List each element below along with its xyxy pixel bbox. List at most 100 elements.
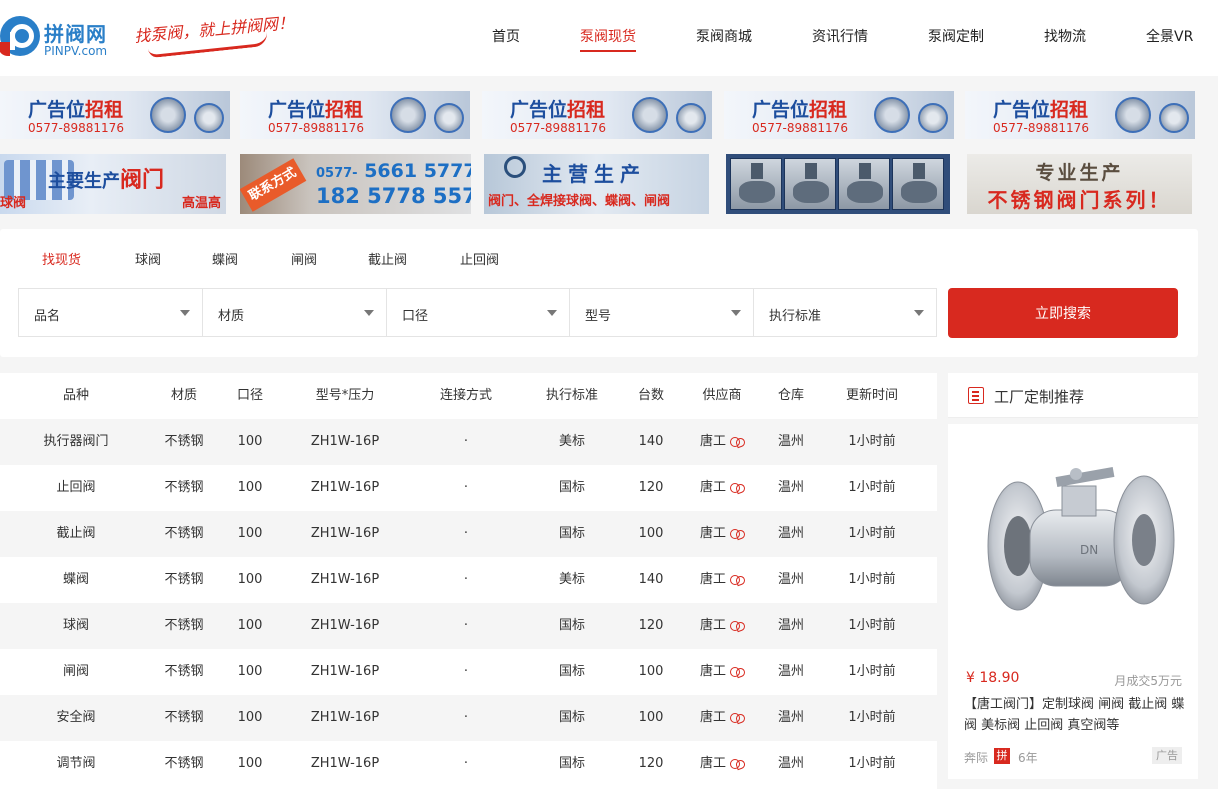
tab-globe-valve[interactable]: 截止阀 [368, 249, 407, 268]
nav-news[interactable]: 资讯行情 [812, 26, 868, 56]
cell-variety-text: 执行器阀门 [43, 434, 109, 449]
cell-supplier[interactable]: 唐工 [690, 465, 754, 511]
cell-standard-text: 美标 [558, 434, 585, 449]
tab-find-stock[interactable]: 找现货 [42, 249, 81, 268]
phone-number-2: 182 5778 5577 [316, 184, 471, 208]
supplier-verified-icon [730, 436, 744, 447]
cell-updated: 1小时前 [832, 741, 912, 787]
nav-vr[interactable]: 全景VR [1146, 26, 1193, 56]
ad-banner-main-products[interactable]: 主营生产 阀门、全焊接球阀、蝶阀、闸阀 [484, 154, 709, 214]
cell-updated: 1小时前 [832, 511, 912, 557]
cell-model-text: ZH1W-16P [310, 480, 380, 495]
cell-updated: 1小时前 [832, 649, 912, 695]
tab-check-valve[interactable]: 止回阀 [460, 249, 499, 268]
col-standard: 执行标准 [545, 388, 598, 403]
tab-gate-valve[interactable]: 闸阀 [291, 249, 317, 268]
ad-banner-main-production[interactable]: 主要生产阀门 球阀 高温高 [0, 154, 226, 214]
cell-standard-text: 国标 [558, 710, 585, 725]
cell-caliber: 100 [220, 511, 280, 557]
valve-photo [730, 158, 782, 210]
ad-banner-rent-1[interactable]: 广告位招租 0577-89881176 [0, 91, 230, 139]
cell-connection-text: · [463, 434, 469, 449]
col-quantity: 台数 [637, 388, 664, 403]
cell-standard-text: 国标 [558, 664, 585, 679]
cell-model: ZH1W-16P [290, 557, 400, 603]
cell-material: 不锈钢 [144, 511, 224, 557]
table-row[interactable]: 蝶阀 不锈钢 100 ZH1W-16P · 美标 140 唐工 温州 1小时前 [0, 557, 937, 603]
ad-banner-rent-3[interactable]: 广告位招租 0577-89881176 [482, 91, 712, 139]
product-description[interactable]: 【唐工阀门】定制球阀 闸阀 截止阀 蝶阀 美标阀 止回阀 真空阀等 [964, 694, 1186, 736]
cell-model-text: ZH1W-16P [310, 756, 380, 771]
ad-phone: 0577-89881176 [510, 121, 606, 135]
cell-model-text: ZH1W-16P [310, 572, 380, 587]
cell-material-text: 不锈钢 [164, 664, 204, 679]
cell-standard-text: 国标 [558, 526, 585, 541]
filter-standard[interactable]: 执行标准 [754, 289, 936, 336]
table-row[interactable]: 调节阀 不锈钢 100 ZH1W-16P · 国标 120 唐工 温州 1小时前 [0, 741, 937, 787]
table-row[interactable]: 闸阀 不锈钢 100 ZH1W-16P · 国标 100 唐工 温州 1小时前 [0, 649, 937, 695]
cell-warehouse-text: 温州 [777, 480, 804, 495]
ad-banner-rent-2[interactable]: 广告位招租 0577-89881176 [240, 91, 470, 139]
pin-badge: 拼 [994, 748, 1010, 764]
cell-supplier[interactable]: 唐工 [690, 649, 754, 695]
product-card[interactable]: DN ¥ 18.90 月成交5万元 【唐工阀门】定制球阀 闸阀 截止阀 蝶阀 美… [948, 424, 1198, 779]
ad-phone: 0577-89881176 [993, 121, 1089, 135]
cell-updated-text: 1小时前 [848, 480, 896, 495]
nav-logistics[interactable]: 找物流 [1044, 26, 1086, 56]
sidebar-title: 工厂定制推荐 [994, 388, 1085, 406]
cell-updated: 1小时前 [832, 695, 912, 741]
ad-banner-rent-5[interactable]: 广告位招租 0577-89881176 [965, 91, 1195, 139]
svg-text:DN: DN [1080, 543, 1098, 557]
col-model-pressure: 型号*压力 [315, 388, 375, 403]
cell-updated-text: 1小时前 [848, 618, 896, 633]
cell-model: ZH1W-16P [290, 465, 400, 511]
nav-pump-valve-stock[interactable]: 泵阀现货 [580, 26, 636, 56]
site-logo[interactable]: 拼阀网 PINPV.com [0, 14, 120, 60]
nav-custom[interactable]: 泵阀定制 [928, 26, 984, 56]
cell-supplier[interactable]: 唐工 [690, 511, 754, 557]
cell-material-text: 不锈钢 [164, 480, 204, 495]
table-row[interactable]: 止回阀 不锈钢 100 ZH1W-16P · 国标 120 唐工 温州 1小时前 [0, 465, 937, 511]
cell-updated: 1小时前 [832, 465, 912, 511]
cell-supplier[interactable]: 唐工 [690, 695, 754, 741]
cell-warehouse-text: 温州 [777, 526, 804, 541]
cell-supplier-text: 唐工 [699, 572, 726, 587]
table-row[interactable]: 执行器阀门 不锈钢 100 ZH1W-16P · 美标 140 唐工 温州 1小时前 [0, 419, 937, 465]
cell-supplier[interactable]: 唐工 [690, 419, 754, 465]
supplier-verified-icon [730, 712, 744, 723]
tab-butterfly-valve[interactable]: 蝶阀 [212, 249, 238, 268]
nav-pump-valve-mall[interactable]: 泵阀商城 [696, 26, 752, 56]
ad-banner-stainless[interactable]: 专业生产 不锈钢阀门系列！ [967, 154, 1192, 214]
cell-supplier[interactable]: 唐工 [690, 557, 754, 603]
filter-caliber[interactable]: 口径 [387, 289, 570, 336]
cell-standard: 美标 [532, 419, 612, 465]
table-row[interactable]: 截止阀 不锈钢 100 ZH1W-16P · 国标 100 唐工 温州 1小时前 [0, 511, 937, 557]
filter-model[interactable]: 型号 [570, 289, 754, 336]
building-icon [968, 387, 984, 404]
cell-supplier[interactable]: 唐工 [690, 603, 754, 649]
tab-ball-valve[interactable]: 球阀 [135, 249, 161, 268]
cell-caliber: 100 [220, 741, 280, 787]
ad-banner-contact[interactable]: 联系方式 0577- 5661 5777 182 5778 5577 [240, 154, 471, 214]
table-row[interactable]: 安全阀 不锈钢 100 ZH1W-16P · 国标 100 唐工 温州 1小时前 [0, 695, 937, 741]
ad-banner-rent-4[interactable]: 广告位招租 0577-89881176 [724, 91, 954, 139]
search-button[interactable]: 立即搜索 [948, 288, 1178, 338]
seller-name[interactable]: 奔际 [964, 749, 988, 766]
filter-product-name[interactable]: 品名 [19, 289, 203, 336]
filter-label: 材质 [218, 309, 245, 324]
supplier-verified-icon [730, 666, 744, 677]
cell-quantity: 140 [626, 419, 676, 465]
ad-label: 广告 [1152, 747, 1182, 764]
nav-home[interactable]: 首页 [492, 26, 520, 56]
ball-valve-image[interactable]: DN [948, 424, 1198, 656]
cell-warehouse: 温州 [766, 511, 816, 557]
ad-banner-valve-gallery[interactable] [726, 154, 950, 214]
cell-warehouse-text: 温州 [777, 710, 804, 725]
cell-connection-text: · [463, 664, 469, 679]
filter-material[interactable]: 材质 [203, 289, 387, 336]
cell-supplier[interactable]: 唐工 [690, 741, 754, 787]
table-row[interactable]: 球阀 不锈钢 100 ZH1W-16P · 国标 120 唐工 温州 1小时前 [0, 603, 937, 649]
cell-caliber-text: 100 [237, 756, 263, 771]
ad-title: 广告位 [268, 99, 326, 121]
cell-material-text: 不锈钢 [164, 434, 204, 449]
